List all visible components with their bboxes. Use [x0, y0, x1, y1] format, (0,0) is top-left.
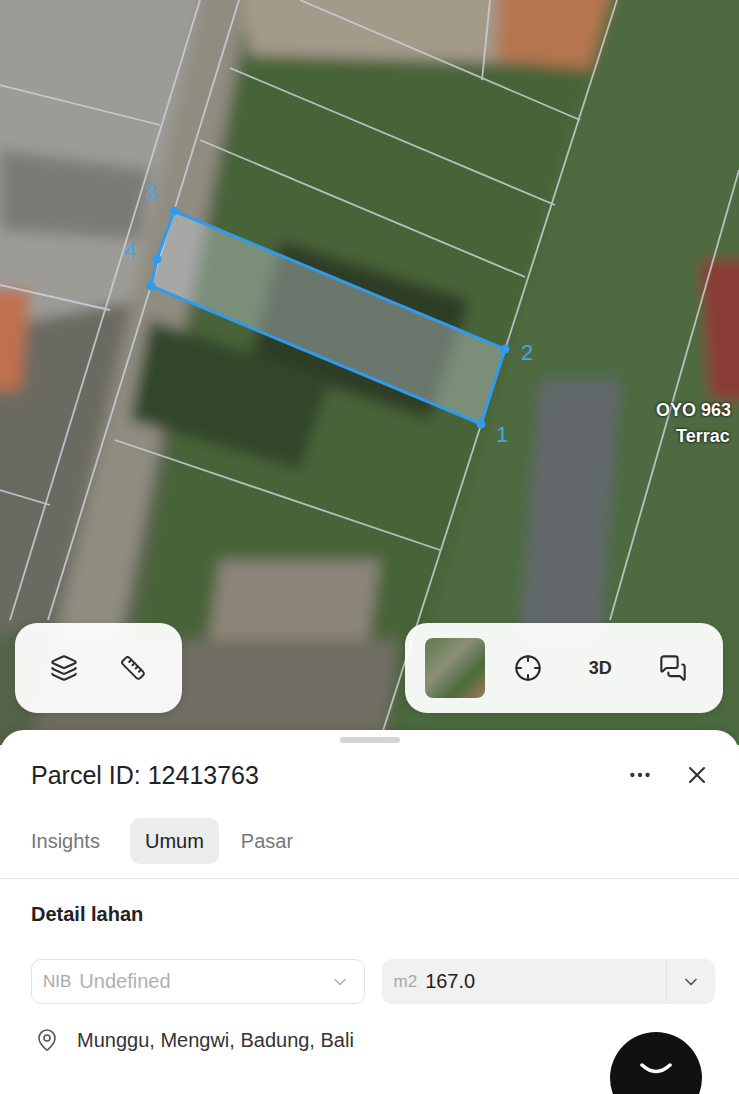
vertex-label: 1 — [496, 424, 508, 446]
chat-icon — [659, 654, 687, 682]
vertex-label: 4 — [124, 240, 136, 262]
vertex-label: 3 — [145, 182, 157, 204]
vertex-dot[interactable] — [153, 255, 162, 264]
vertex-label: 2 — [521, 342, 533, 364]
chevron-down-icon — [681, 972, 701, 992]
ruler-icon — [120, 655, 146, 681]
close-icon — [683, 761, 711, 789]
sheet-header: Parcel ID: 12413763 — [0, 743, 739, 795]
app: 1 2 3 4 OYO 963Terrac 3D Parcel ID: 12413763 In… — [0, 0, 739, 1094]
nib-dropdown[interactable] — [316, 960, 364, 1003]
basemap-button[interactable] — [425, 638, 485, 698]
chat-button[interactable] — [643, 638, 703, 698]
sheet-handle[interactable] — [340, 737, 400, 743]
nib-field[interactable]: NIBUndefined — [31, 959, 365, 1004]
chevron-down-icon — [330, 972, 350, 992]
pin-icon — [35, 1028, 59, 1052]
section-title: Detail lahan — [31, 903, 715, 926]
vertex-dot[interactable] — [147, 282, 156, 291]
tab[interactable]: Umum — [130, 818, 219, 864]
map[interactable]: 1 2 3 4 OYO 963Terrac 3D — [0, 0, 739, 745]
parcel-title: Parcel ID: 12413763 — [31, 761, 259, 790]
place-label[interactable]: OYO 963Terrac — [656, 400, 731, 447]
bottom-sheet: Parcel ID: 12413763 Insights Umum Pasar Deta… — [0, 730, 739, 1094]
more-icon — [627, 762, 653, 788]
land-detail: Detail lahan NIBUndefined m2167.0 Munggu, M… — [0, 879, 739, 1052]
location-row: Munggu, Mengwi, Badung, Bali — [31, 1028, 715, 1052]
tab[interactable]: Insights — [31, 818, 100, 864]
vertex-dot[interactable] — [477, 420, 486, 429]
smile-icon — [639, 1062, 673, 1078]
support-chat-button[interactable] — [610, 1032, 702, 1094]
layers-icon — [50, 654, 78, 682]
layers-button[interactable] — [34, 638, 94, 698]
selected-parcel[interactable] — [151, 211, 505, 424]
tab-bar: Insights Umum Pasar — [0, 795, 739, 879]
location-text: Munggu, Mengwi, Badung, Bali — [77, 1029, 354, 1052]
area-field[interactable]: m2167.0 — [382, 959, 716, 1004]
vertex-dot[interactable] — [501, 345, 510, 354]
left-toolbar — [15, 623, 182, 713]
close-button[interactable] — [683, 761, 711, 789]
unit-dropdown[interactable] — [666, 960, 714, 1003]
more-button[interactable] — [627, 762, 653, 788]
view-3d-button[interactable]: 3D — [570, 638, 630, 698]
vertex-dot[interactable] — [170, 207, 179, 216]
measure-button[interactable] — [103, 638, 163, 698]
crosshair-icon — [514, 654, 542, 682]
basemap-thumbnail — [425, 638, 485, 698]
tab[interactable]: Pasar — [241, 818, 293, 864]
locate-button[interactable] — [498, 638, 558, 698]
right-toolbar: 3D — [405, 623, 723, 713]
